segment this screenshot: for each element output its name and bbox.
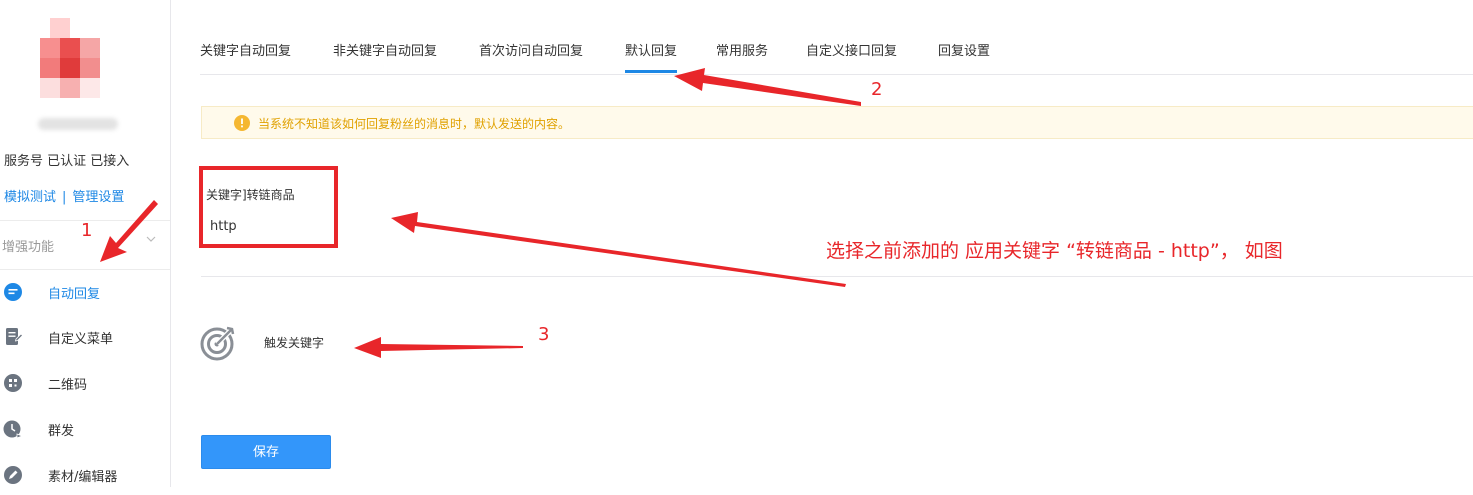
tab-non-keyword-reply[interactable]: 非关键字自动回复 [333, 40, 437, 73]
annotation-highlight-box [199, 166, 338, 248]
sidebar-item-qrcode[interactable]: 二维码 [0, 363, 170, 403]
keyword-label: 关键字]转链商品 [206, 188, 295, 202]
annotation-marker-1: 1 [81, 220, 93, 241]
keyword-value: http [210, 219, 237, 234]
sidebar-item-auto-reply[interactable]: 自动回复 [0, 272, 170, 312]
reply-tabs: 关键字自动回复 非关键字自动回复 首次访问自动回复 默认回复 常用服务 自定义接… [200, 30, 1473, 75]
tab-reply-settings[interactable]: 回复设置 [938, 40, 990, 73]
tab-custom-api-reply[interactable]: 自定义接口回复 [806, 40, 897, 73]
info-tip: 当系统不知道该如何回复粉丝的消息时，默认发送的内容。 [201, 106, 1473, 139]
sidebar-item-label: 二维码 [48, 378, 88, 393]
trigger-keyword-button[interactable]: 触发关键字 [264, 334, 324, 351]
chat-bubble-icon [4, 283, 22, 301]
chevron-down-icon [146, 236, 156, 242]
document-edit-icon [6, 328, 23, 345]
sidebar-item-label: 自定义菜单 [48, 332, 114, 347]
annotation-marker-3: 3 [538, 324, 550, 345]
tab-default-reply[interactable]: 默认回复 [625, 40, 678, 73]
section-divider [201, 276, 1473, 277]
sidebar-item-label: 群发 [48, 424, 75, 439]
tab-common-services[interactable]: 常用服务 [716, 40, 768, 73]
save-button[interactable]: 保存 [201, 435, 331, 469]
tab-keyword-reply[interactable]: 关键字自动回复 [200, 40, 291, 73]
tab-first-visit-reply[interactable]: 首次访问自动回复 [479, 40, 583, 73]
sidebar-item-label: 素材/编辑器 [48, 470, 118, 485]
simulate-test-link[interactable]: 模拟测试 [4, 190, 56, 205]
sidebar-item-label: 自动回复 [48, 287, 101, 302]
link-separator: | [62, 190, 67, 205]
sidebar-item-materials[interactable]: 素材/编辑器 [0, 455, 170, 495]
avatar [40, 18, 100, 100]
clock-send-icon [3, 420, 23, 439]
manage-settings-link[interactable]: 管理设置 [72, 190, 124, 205]
sidebar-divider [0, 269, 170, 270]
account-status: 服务号 已认证 已接入 [4, 154, 130, 169]
sidebar-group-label: 增强功能 [2, 240, 55, 255]
sidebar-item-custom-menu[interactable]: 自定义菜单 [0, 317, 170, 357]
annotation-note: 选择之前添加的 应用关键字 “转链商品 - http”， 如图 [826, 240, 1283, 262]
qrcode-icon [4, 374, 22, 392]
account-name [38, 118, 118, 130]
sidebar: 服务号 已认证 已接入 模拟测试 | 管理设置 增强功能 自动回复 自定义菜单 [0, 0, 171, 487]
sidebar-item-broadcast[interactable]: 群发 [0, 409, 170, 449]
tip-text: 当系统不知道该如何回复粉丝的消息时，默认发送的内容。 [258, 117, 571, 131]
pencil-icon [4, 466, 22, 484]
target-arrow-icon[interactable] [199, 322, 239, 362]
annotation-marker-2: 2 [871, 79, 883, 100]
annotation-arrow-3 [354, 337, 523, 358]
account-links: 模拟测试 | 管理设置 [4, 186, 124, 205]
info-icon [234, 115, 250, 131]
